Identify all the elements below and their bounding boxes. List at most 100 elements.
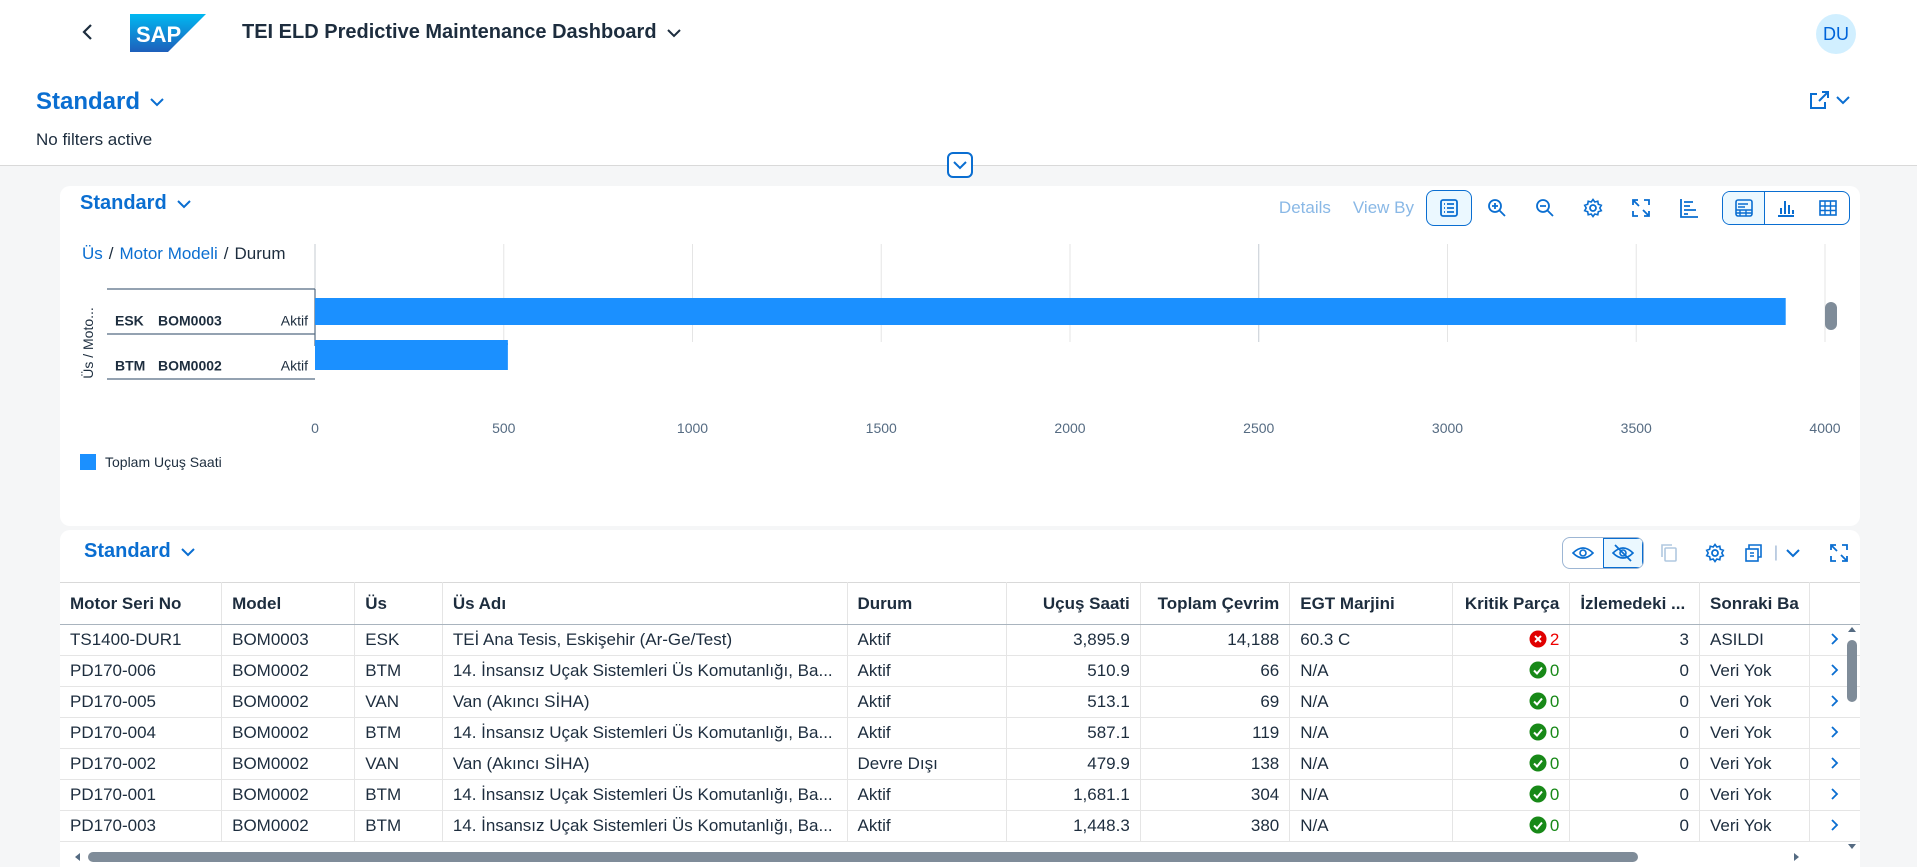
success-check-icon xyxy=(1529,723,1547,741)
hide-details-button[interactable] xyxy=(1603,538,1643,568)
cycles-cell: 138 xyxy=(1140,748,1291,780)
error-x-icon xyxy=(1529,630,1547,648)
show-details-button[interactable] xyxy=(1563,538,1603,568)
serial-cell: PD170-003 xyxy=(60,810,223,842)
model-cell: BOM0002 xyxy=(221,717,356,749)
flight-hours-cell: 1,681.1 xyxy=(1006,779,1141,811)
table-row[interactable]: PD170-002 BOM0002 VAN Van (Akıncı SİHA) Devr… xyxy=(60,748,1860,780)
column-header[interactable]: Model xyxy=(221,582,356,625)
model-cell: BOM0003 xyxy=(221,624,356,656)
table-toolbar: | xyxy=(1562,536,1860,570)
monitoring-cell: 0 xyxy=(1569,717,1700,749)
fullscreen-icon xyxy=(1830,544,1848,562)
critical-parts-cell: 0 xyxy=(1452,655,1571,687)
serial-cell: PD170-001 xyxy=(60,779,223,811)
column-header[interactable]: Sonraki Ba xyxy=(1699,582,1810,625)
share-button[interactable] xyxy=(1808,90,1850,110)
header-collapse-button[interactable] xyxy=(947,152,973,178)
chart-scroll-thumb[interactable] xyxy=(1825,302,1837,330)
column-header[interactable]: Üs Adı xyxy=(442,582,848,625)
column-header[interactable]: İzlemedeki ... xyxy=(1569,582,1700,625)
egt-margin-cell: N/A xyxy=(1289,686,1453,718)
table-fullscreen-button[interactable] xyxy=(1818,536,1860,570)
critical-parts-count: 0 xyxy=(1549,785,1560,804)
copy-button[interactable] xyxy=(1648,536,1690,570)
x-tick-label: 3000 xyxy=(1432,420,1463,436)
table-card: Standard | Motor Seri No Model Üs Üs Adı… xyxy=(60,530,1860,867)
page-variant-selector[interactable]: Standard xyxy=(36,88,164,116)
base-name-cell: 14. İnsansız Uçak Sistemleri Üs Komutanl… xyxy=(442,779,848,811)
serial-cell: PD170-002 xyxy=(60,748,223,780)
bar-partial[interactable] xyxy=(315,340,508,345)
column-header[interactable]: Üs xyxy=(354,582,443,625)
nav-column-header xyxy=(1809,582,1860,625)
flight-hours-cell: 587.1 xyxy=(1006,717,1141,749)
horizontal-scrollbar[interactable] xyxy=(72,850,1832,864)
base-cell: VAN xyxy=(354,686,443,718)
next-maintenance-cell: Veri Yok xyxy=(1699,748,1810,780)
eye-hidden-icon xyxy=(1612,544,1634,562)
table-settings-button[interactable] xyxy=(1694,536,1736,570)
base-cell: ESK xyxy=(354,624,443,656)
chevron-right-icon xyxy=(1831,633,1839,645)
bar[interactable] xyxy=(315,298,1786,325)
column-header[interactable]: Kritik Parça xyxy=(1452,582,1571,625)
flight-hours-cell: 513.1 xyxy=(1006,686,1141,718)
serial-cell: PD170-004 xyxy=(60,717,223,749)
vertical-scrollbar[interactable] xyxy=(1844,624,1860,852)
success-check-icon xyxy=(1529,785,1547,803)
column-header[interactable]: Motor Seri No xyxy=(60,582,223,625)
user-avatar[interactable]: DU xyxy=(1816,14,1856,54)
export-menu-button[interactable]: | xyxy=(1740,536,1804,570)
critical-parts-cell: 0 xyxy=(1452,717,1571,749)
eye-icon xyxy=(1572,547,1594,559)
table-row[interactable]: PD170-006 BOM0002 BTM 14. İnsansız Uçak Sis… xyxy=(60,655,1860,687)
table-row[interactable]: PD170-003 BOM0002 BTM 14. İnsansız Uçak Sis… xyxy=(60,810,1860,842)
x-tick-label: 2000 xyxy=(1054,420,1085,436)
cycles-cell: 304 xyxy=(1140,779,1291,811)
legend-label: Toplam Uçuş Saati xyxy=(105,454,222,470)
table-row[interactable]: PD170-005 BOM0002 VAN Van (Akıncı SİHA) Akti… xyxy=(60,686,1860,718)
base-name-cell: Van (Akıncı SİHA) xyxy=(442,686,848,718)
egt-margin-cell: N/A xyxy=(1289,717,1453,749)
chevron-right-icon xyxy=(1831,819,1839,831)
category-label-base: BTM xyxy=(115,358,145,374)
flight-hours-cell: 1,448.3 xyxy=(1006,810,1141,842)
bar[interactable] xyxy=(315,343,508,370)
serial-cell: TS1400-DUR1 xyxy=(60,624,223,656)
copy-icon xyxy=(1661,544,1677,562)
x-tick-label: 4000 xyxy=(1809,420,1840,436)
chevron-right-icon xyxy=(1831,757,1839,769)
filter-status-text: No filters active xyxy=(36,130,153,149)
critical-parts-count: 0 xyxy=(1549,816,1560,835)
next-maintenance-cell: Veri Yok xyxy=(1699,717,1810,749)
export-icon xyxy=(1745,544,1762,562)
base-cell: BTM xyxy=(354,655,443,687)
column-header[interactable]: EGT Marjini xyxy=(1289,582,1453,625)
table-variant-label: Standard xyxy=(84,540,171,562)
category-label-base: ESK xyxy=(115,313,144,329)
chevron-right-icon xyxy=(1831,726,1839,738)
base-name-cell: 14. İnsansız Uçak Sistemleri Üs Komutanl… xyxy=(442,655,848,687)
table-row[interactable]: PD170-004 BOM0002 BTM 14. İnsansız Uçak Sis… xyxy=(60,717,1860,749)
app-title-menu[interactable]: TEI ELD Predictive Maintenance Dashboard xyxy=(242,21,681,44)
table-variant-selector[interactable]: Standard xyxy=(84,540,195,563)
next-maintenance-cell: Veri Yok xyxy=(1699,779,1810,811)
table-row[interactable]: PD170-001 BOM0002 BTM 14. İnsansız Uçak Sis… xyxy=(60,779,1860,811)
base-cell: BTM xyxy=(354,717,443,749)
monitoring-cell: 0 xyxy=(1569,655,1700,687)
column-header[interactable]: Uçuş Saati xyxy=(1006,582,1141,625)
cycles-cell: 380 xyxy=(1140,810,1291,842)
model-cell: BOM0002 xyxy=(221,655,356,687)
category-label-status: Aktif xyxy=(281,358,308,374)
table-row[interactable]: TS1400-DUR1 BOM0003 ESK TEİ Ana Tesis, Eski… xyxy=(60,624,1860,656)
egt-margin-cell: N/A xyxy=(1289,779,1453,811)
next-maintenance-cell: ASILDI xyxy=(1699,624,1810,656)
back-button[interactable] xyxy=(76,20,100,44)
success-check-icon xyxy=(1529,661,1547,679)
column-header[interactable]: Toplam Çevrim xyxy=(1140,582,1291,625)
egt-margin-cell: N/A xyxy=(1289,655,1453,687)
base-name-cell: 14. İnsansız Uçak Sistemleri Üs Komutanl… xyxy=(442,810,848,842)
column-header[interactable]: Durum xyxy=(847,582,1007,625)
category-label-model: BOM0002 xyxy=(158,358,222,374)
